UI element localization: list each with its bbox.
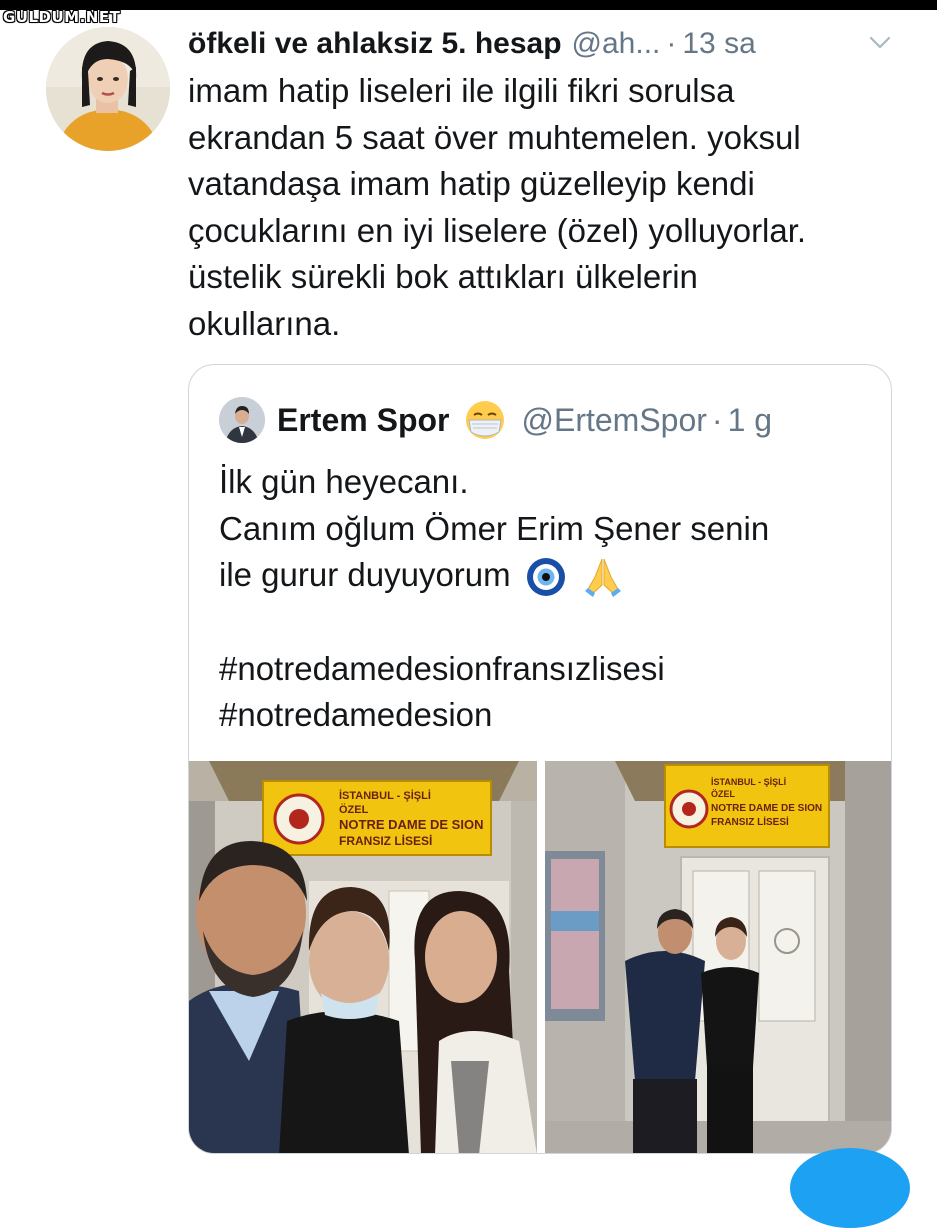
- author-handle[interactable]: @ah...: [572, 27, 661, 61]
- quoted-text-line-with-emoji: ile gurur duyuyorum: [219, 552, 879, 599]
- quoted-header-separator: ·: [711, 401, 723, 438]
- author-display-name[interactable]: öfkeli ve ahlaksiz 5. hesap: [188, 27, 562, 61]
- quoted-text-line: İlk gün heyecanı.: [219, 463, 469, 500]
- chevron-down-icon[interactable]: [869, 36, 891, 50]
- face-with-medical-mask-icon: [466, 401, 505, 439]
- hashtag-link[interactable]: #notredamedesionfransızlisesi: [219, 646, 879, 693]
- sign-text-line: ÖZEL: [339, 803, 369, 816]
- sign-text-line: ÖZEL: [711, 789, 736, 799]
- sign-text-line: İSTANBUL - ŞİŞLİ: [339, 789, 431, 802]
- tweet-timestamp[interactable]: 13 sa: [682, 27, 755, 61]
- quoted-tweet-timestamp[interactable]: 1 g: [728, 402, 772, 439]
- quoted-tweet-card[interactable]: Ertem Spor @ErtemSpor · 1 g İlk gün heye…: [188, 364, 892, 1154]
- quoted-author-avatar[interactable]: [219, 397, 265, 443]
- quoted-author-display-name[interactable]: Ertem Spor: [277, 402, 449, 439]
- tweet-text-line: çocuklarını en iyi liselere (özel) yollu…: [188, 211, 807, 249]
- tweet-text-line: okullarına.: [188, 304, 341, 342]
- compose-tweet-button[interactable]: [790, 1148, 910, 1228]
- tweet-text-line: vatandaşa imam hatip güzelleyip kendi: [188, 165, 755, 202]
- site-watermark: GULDUM.NET: [3, 8, 121, 26]
- quoted-media-grid: İSTANBUL - ŞİŞLİ ÖZEL NOTRE DAME DE SION…: [189, 761, 891, 1153]
- school-selfie-photo[interactable]: İSTANBUL - ŞİŞLİ ÖZEL NOTRE DAME DE SION…: [189, 761, 537, 1153]
- sign-text-line: FRANSIZ LİSESİ: [339, 833, 432, 848]
- hashtag-link[interactable]: #notredamedesion: [219, 692, 879, 739]
- top-bar: [0, 0, 937, 10]
- quoted-author-handle[interactable]: @ErtemSpor: [521, 402, 706, 439]
- sign-text-line: NOTRE DAME DE SION: [339, 817, 483, 832]
- tweet-text-line: üstelik sürekli bok attıkları ülkelerin: [188, 258, 698, 295]
- quoted-tweet-text: İlk gün heyecanı. Canım oğlum Ömer Erim …: [219, 459, 879, 739]
- tweet-text: imam hatip liseleri ile ilgili fikri sor…: [188, 68, 898, 347]
- header-separator: ·: [666, 27, 677, 60]
- tweet-header: öfkeli ve ahlaksiz 5. hesap @ah... · 13 …: [188, 22, 897, 66]
- quoted-text-blank-line: [219, 599, 879, 646]
- tweet-text-line: ekrandan 5 saat över muhtemelen. yoksul: [188, 118, 801, 156]
- sign-text-line: NOTRE DAME DE SION: [711, 803, 822, 814]
- folded-hands-icon: [584, 559, 621, 598]
- sign-text-line: FRANSIZ LİSESİ: [711, 815, 789, 828]
- nazar-amulet-icon: [526, 558, 565, 597]
- author-avatar[interactable]: [46, 27, 170, 151]
- quoted-text-line: ile gurur duyuyorum: [219, 556, 511, 593]
- quoted-tweet-header: Ertem Spor @ErtemSpor · 1 g: [219, 395, 871, 445]
- sign-text-line: İSTANBUL - ŞİŞLİ: [711, 777, 786, 787]
- tweet-text-line: imam hatip liseleri ile ilgili fikri sor…: [188, 72, 735, 109]
- quoted-text-line: Canım oğlum Ömer Erim Şener senin: [219, 509, 770, 547]
- school-entrance-photo[interactable]: İSTANBUL - ŞİŞLİ ÖZEL NOTRE DAME DE SION…: [545, 761, 891, 1153]
